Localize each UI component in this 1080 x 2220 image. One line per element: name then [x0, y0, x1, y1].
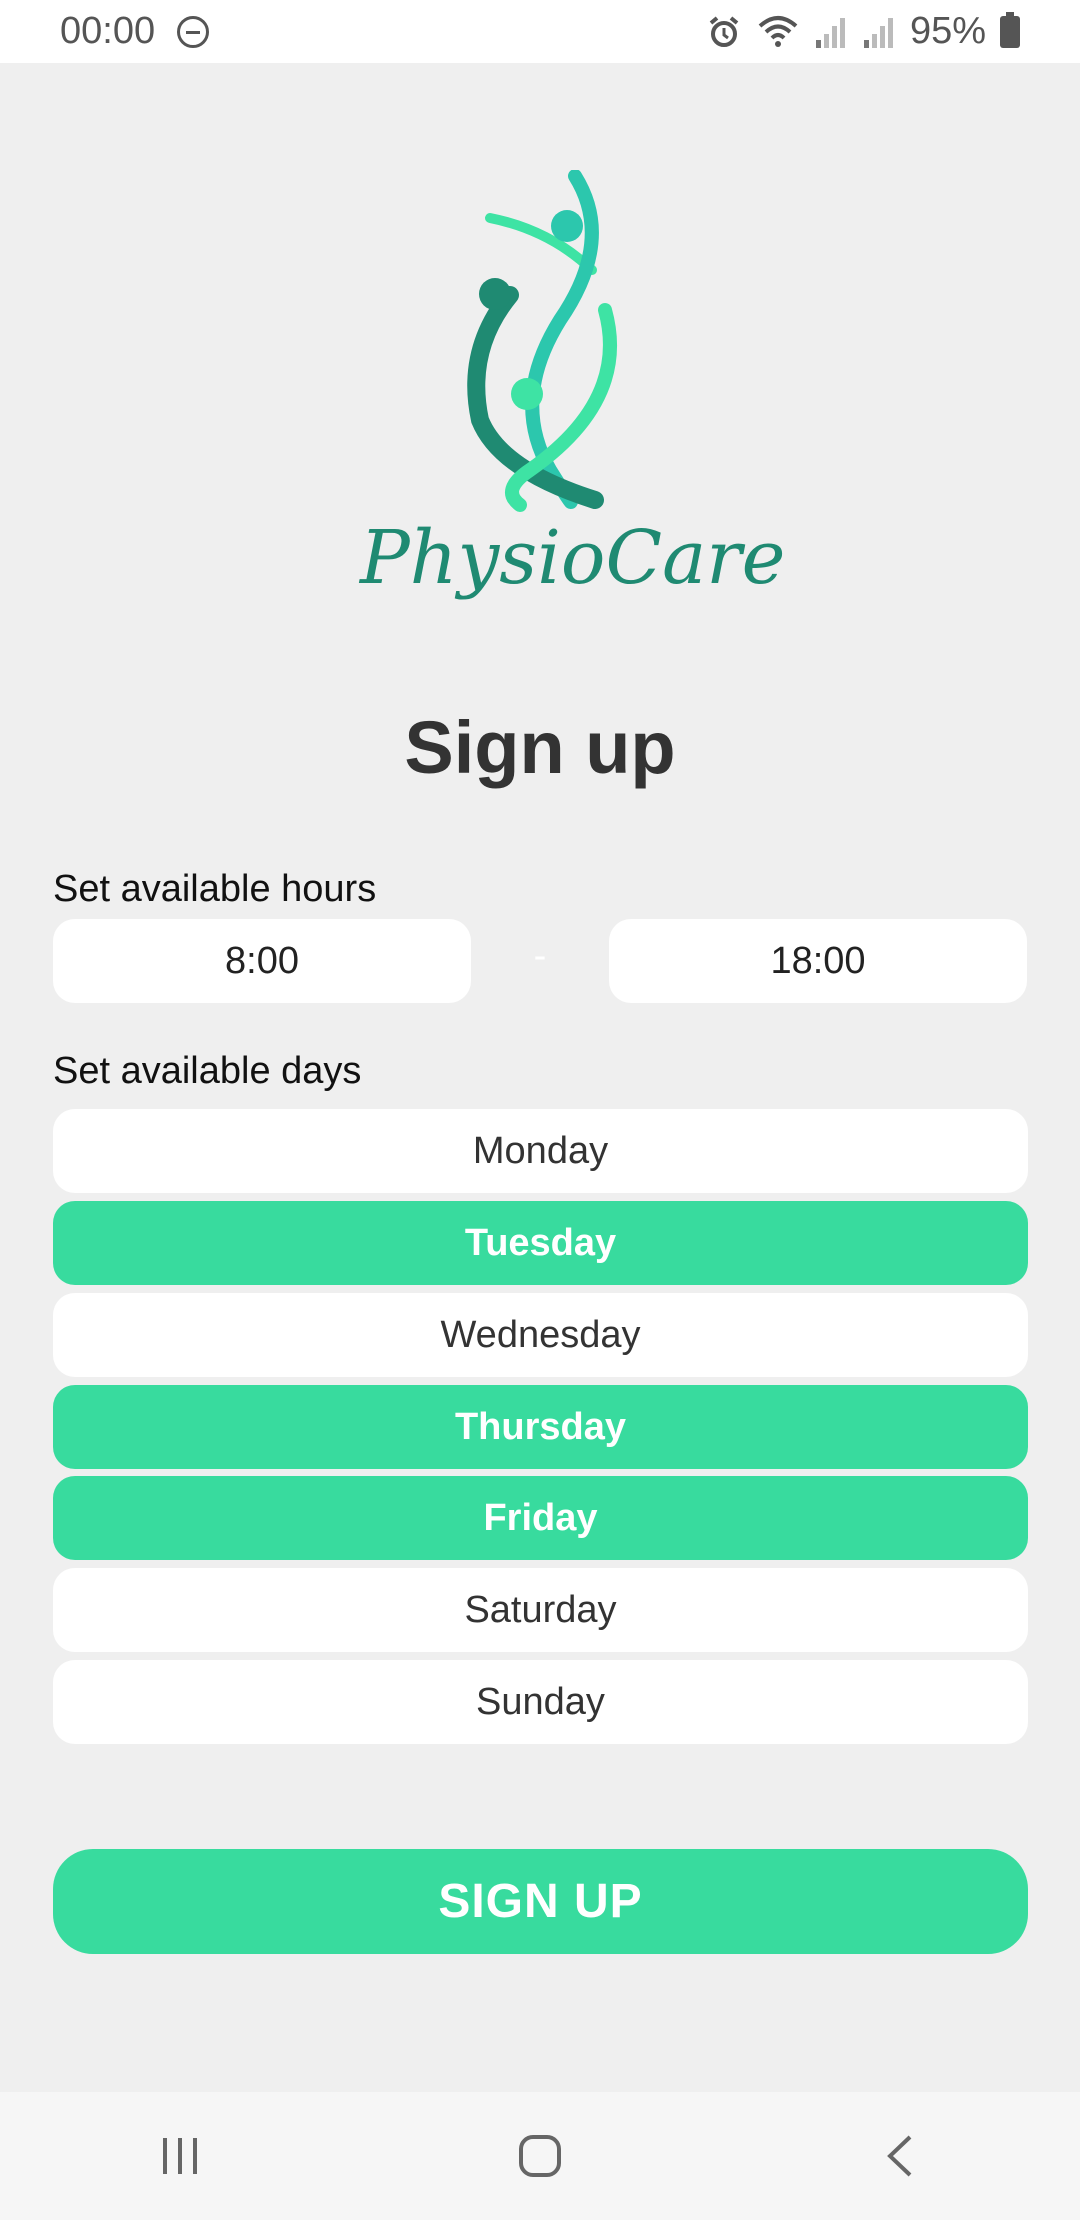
- battery-level: 95%: [909, 10, 986, 52]
- home-button[interactable]: [480, 2116, 600, 2196]
- wifi-icon: [758, 15, 798, 47]
- back-button[interactable]: [840, 2116, 960, 2196]
- alarm-icon: [709, 15, 739, 47]
- day-button-wednesday[interactable]: Wednesday: [53, 1293, 1028, 1377]
- home-icon: [519, 2135, 561, 2177]
- time-separator: -: [533, 935, 547, 977]
- signal-icon: [815, 17, 845, 48]
- signal-icon: [863, 17, 893, 48]
- day-button-monday[interactable]: Monday: [53, 1109, 1028, 1193]
- signup-button[interactable]: SIGN UP: [53, 1849, 1028, 1954]
- day-button-saturday[interactable]: Saturday: [53, 1568, 1028, 1652]
- days-label: Set available days: [53, 1050, 362, 1092]
- recent-apps-icon: [163, 2138, 197, 2174]
- day-button-thursday[interactable]: Thursday: [53, 1385, 1028, 1469]
- day-button-tuesday[interactable]: Tuesday: [53, 1201, 1028, 1285]
- battery-icon: [1000, 11, 1020, 48]
- back-icon: [887, 2135, 912, 2177]
- do-not-disturb-icon: [177, 15, 210, 48]
- status-bar: 00:00 95%: [0, 0, 1080, 63]
- recent-apps-button[interactable]: [120, 2116, 240, 2196]
- day-button-friday[interactable]: Friday: [53, 1476, 1028, 1560]
- start-time-field[interactable]: [53, 919, 471, 1003]
- end-time-field[interactable]: [609, 919, 1027, 1003]
- hours-label: Set available hours: [53, 868, 377, 910]
- day-button-sunday[interactable]: Sunday: [53, 1660, 1028, 1744]
- physiocare-logo: PhysioCare: [360, 169, 786, 640]
- status-time: 00:00: [60, 10, 156, 52]
- page-title: Sign up: [404, 706, 676, 789]
- navigation-bar: [0, 2092, 1080, 2220]
- logo-text: PhysioCare: [360, 515, 786, 601]
